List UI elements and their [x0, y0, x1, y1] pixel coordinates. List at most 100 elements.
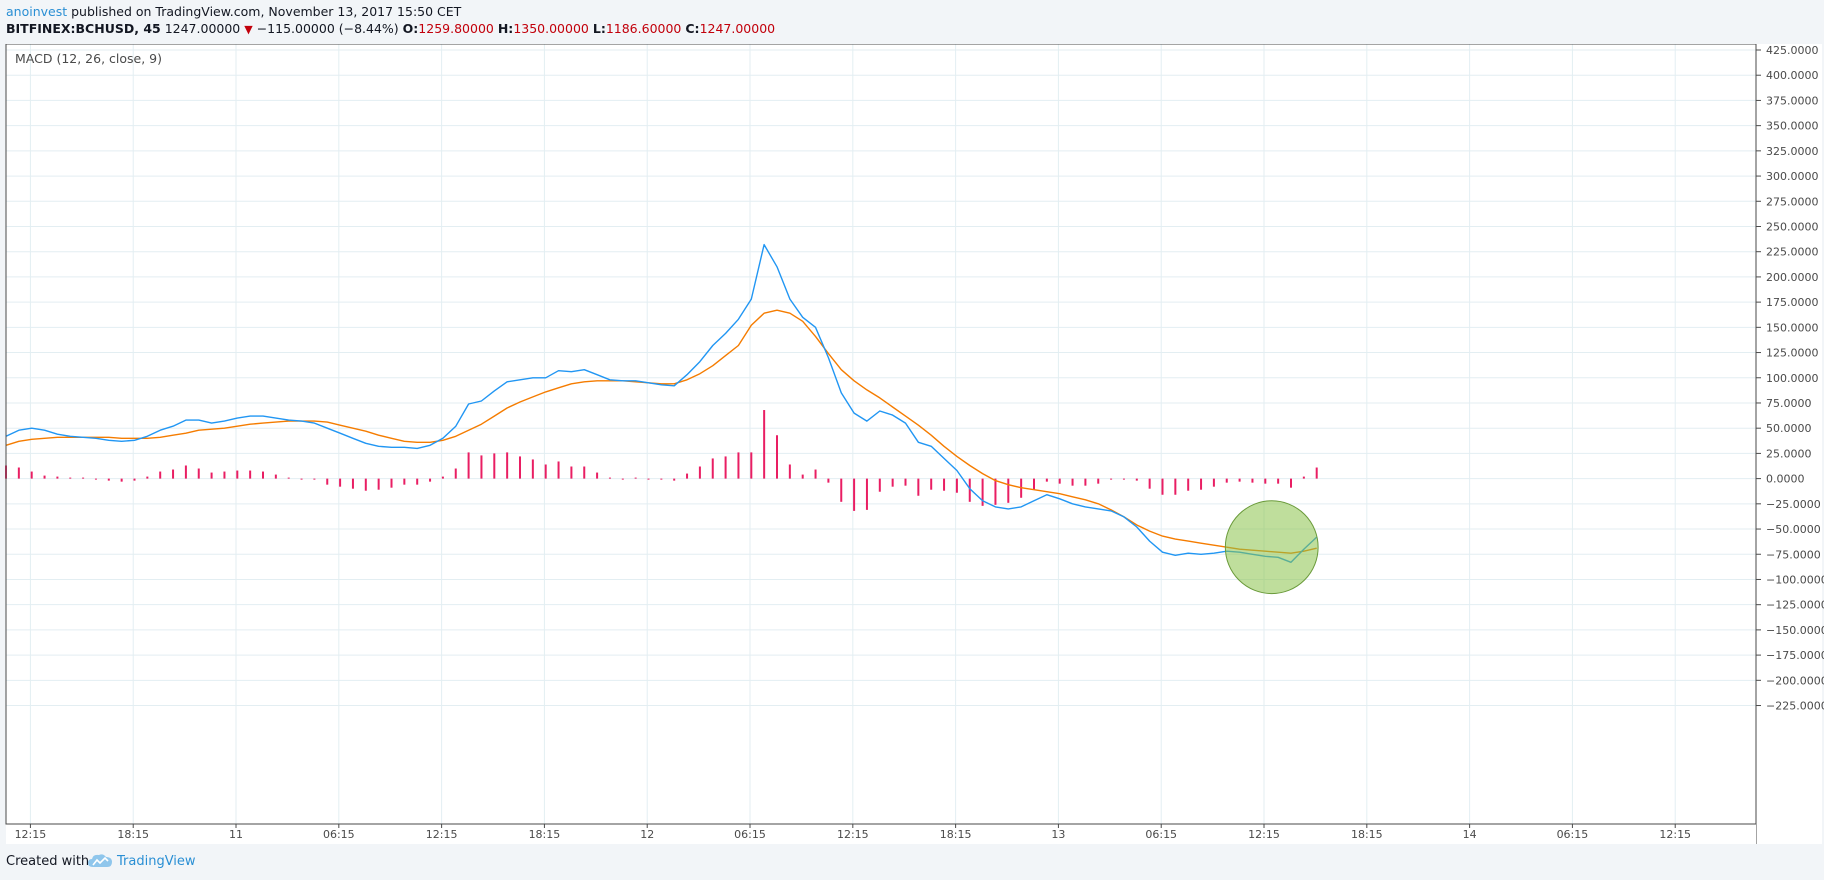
last-price: 1247.00000 [164, 21, 241, 36]
macd-chart[interactable]: 425.0000 400.0000 375.0000 350.0000 325.0000… [0, 43, 1824, 844]
histogram-bar [210, 472, 213, 479]
histogram-bar [429, 478, 432, 482]
y-tick-label: −225.0000 [1766, 700, 1824, 713]
x-tick-label: 06:15 [1557, 828, 1589, 841]
y-tick-label: −200.0000 [1766, 674, 1824, 687]
histogram-bar [146, 476, 149, 479]
macd-chart-svg[interactable]: 425.0000 400.0000 375.0000 350.0000 325.0000… [0, 43, 1824, 844]
histogram-bar [519, 456, 521, 479]
histogram-bar [339, 478, 342, 487]
histogram-bar [711, 458, 714, 479]
x-tick-label: 13 [1051, 828, 1065, 841]
histogram-bar [673, 478, 676, 481]
y-tick-label: 100.0000 [1766, 372, 1819, 385]
histogram-bar [1251, 478, 1254, 483]
histogram-bar [878, 478, 881, 492]
x-tick-label: 12:15 [15, 828, 47, 841]
histogram-bar [943, 478, 946, 491]
x-tick-label: 11 [229, 828, 243, 841]
histogram-bar [827, 478, 830, 483]
histogram-bar [955, 478, 958, 493]
histogram-bar [853, 478, 856, 511]
y-tick-label: 425.0000 [1766, 44, 1819, 57]
y-tick-label: 350.0000 [1766, 120, 1819, 133]
histogram-bar [377, 478, 380, 490]
price-axis[interactable] [1756, 44, 1822, 844]
histogram-bar [801, 474, 804, 479]
histogram-bar [184, 465, 187, 479]
histogram-bar [596, 472, 599, 479]
y-tick-label: −25.0000 [1766, 498, 1821, 511]
histogram-bar [583, 466, 586, 479]
histogram-bar [917, 478, 920, 496]
histogram-bar [467, 452, 470, 479]
tradingview-brand-link[interactable]: TradingView [117, 854, 196, 869]
histogram-bar [493, 453, 496, 479]
histogram-bar [647, 478, 650, 480]
histogram-bar [621, 478, 624, 480]
x-tick-label: 06:15 [1145, 828, 1177, 841]
histogram-bar [236, 470, 239, 479]
histogram-bar [416, 478, 419, 485]
y-tick-label: −75.0000 [1766, 548, 1821, 561]
publish-line: anoinvest published on TradingView.com, … [6, 4, 461, 20]
y-tick-label: 400.0000 [1766, 69, 1819, 82]
author-link[interactable]: anoinvest [6, 4, 67, 19]
histogram-bar [814, 469, 817, 479]
y-tick-label: 375.0000 [1766, 94, 1819, 107]
y-tick-label: 325.0000 [1766, 145, 1819, 158]
highlight-annotation [1224, 500, 1319, 595]
histogram-bar [1033, 478, 1035, 490]
x-tick-label: 18:15 [1351, 828, 1383, 841]
histogram-bar [223, 471, 226, 479]
close-label: C: [685, 21, 700, 36]
histogram-bar [1174, 478, 1177, 495]
histogram-bar [1110, 478, 1113, 480]
histogram-bar [454, 468, 457, 479]
x-tick-label: 12:15 [837, 828, 869, 841]
histogram-bar [634, 477, 637, 479]
histogram-bar [1187, 478, 1190, 491]
histogram-bar [1007, 478, 1010, 503]
histogram-bar [1161, 478, 1164, 495]
histogram-bar [300, 478, 303, 480]
down-triangle-icon: ▼ [244, 23, 253, 36]
close-value: 1247.00000 [699, 21, 776, 36]
histogram-bar [480, 455, 483, 479]
open-label: O: [402, 21, 419, 36]
x-tick-label: 14 [1463, 828, 1477, 841]
created-with-text: Created with [6, 854, 90, 869]
histogram-bar [994, 478, 997, 505]
chart-header: anoinvest published on TradingView.com, … [0, 0, 1824, 44]
y-tick-label: 275.0000 [1766, 195, 1819, 208]
histogram-bar [1212, 478, 1215, 487]
y-tick-label: 200.0000 [1766, 271, 1819, 284]
histogram-bar [82, 477, 85, 479]
histogram-bar [776, 435, 778, 479]
y-tick-label: −100.0000 [1766, 573, 1824, 586]
x-tick-label: 12:15 [1659, 828, 1691, 841]
high-label: H: [497, 21, 514, 36]
histogram-bar [133, 478, 136, 481]
time-axis[interactable] [6, 824, 1756, 844]
histogram-bar [441, 476, 444, 479]
histogram-bar [891, 478, 894, 487]
symbol-line: BITFINEX:BCHUSD, 45 1247.00000 ▼ −115.00… [6, 21, 775, 38]
histogram-bar [570, 466, 573, 479]
highlight-circle [1224, 500, 1319, 595]
histogram-bar [1277, 478, 1280, 484]
histogram-bar [1084, 478, 1087, 486]
x-tick-label: 06:15 [734, 828, 766, 841]
histogram-bar [1058, 478, 1061, 484]
x-tick-label: 18:15 [940, 828, 972, 841]
y-tick-label: 50.0000 [1766, 422, 1812, 435]
histogram-bar [390, 478, 393, 488]
histogram-bar [287, 477, 290, 479]
x-tick-label: 18:15 [529, 828, 561, 841]
histogram-bar [724, 456, 727, 479]
histogram-bar [1238, 478, 1241, 482]
publish-info: published on TradingView.com, November 1… [67, 4, 462, 19]
footer: Created with TradingView [0, 844, 1824, 880]
histogram-bar [403, 478, 406, 485]
y-tick-label: 225.0000 [1766, 246, 1819, 259]
